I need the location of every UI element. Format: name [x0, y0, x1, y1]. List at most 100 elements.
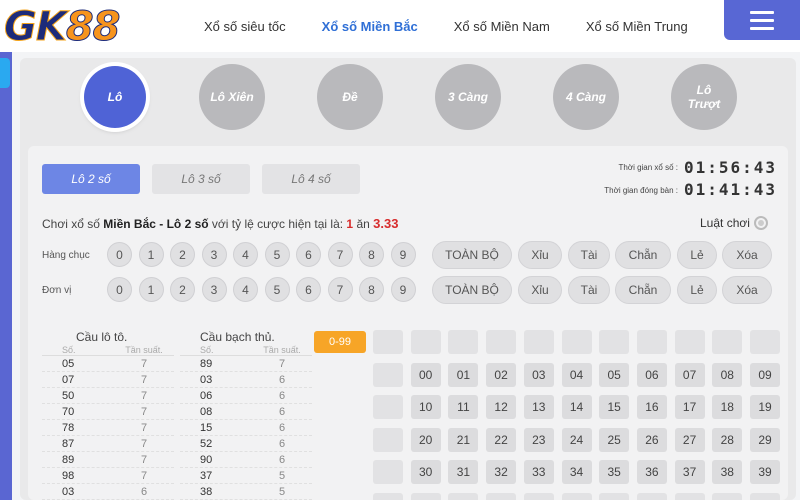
quick-pick-tens-3[interactable]: Chẵn	[615, 241, 671, 269]
stat-number[interactable]: 50	[42, 388, 114, 403]
quick-pick-units-4[interactable]: Lẻ	[677, 276, 717, 304]
quick-pick-tens-5[interactable]: Xóa	[722, 241, 772, 269]
digit-tens-0[interactable]: 0	[107, 242, 132, 267]
digit-tens-2[interactable]: 2	[170, 242, 195, 267]
digit-units-8[interactable]: 8	[359, 277, 384, 302]
digit-units-4[interactable]: 4	[233, 277, 258, 302]
stat-number[interactable]: 89	[42, 452, 114, 467]
number-cell-24[interactable]: 24	[561, 427, 592, 452]
number-cell-03[interactable]: 03	[523, 362, 554, 387]
digit-tens-7[interactable]: 7	[327, 242, 353, 267]
number-cell-09[interactable]: 09	[750, 362, 780, 387]
number-cell-35[interactable]: 35	[599, 460, 630, 484]
nav-xo-so-mien-trung[interactable]: Xổ số Miền Trung	[568, 19, 706, 34]
number-cell-30[interactable]: 30	[410, 460, 441, 484]
digit-units-2[interactable]: 2	[170, 277, 195, 302]
quick-pick-tens-2[interactable]: Tài	[568, 241, 610, 269]
quick-pick-units-1[interactable]: Xỉu	[518, 276, 562, 304]
digit-tens-6[interactable]: 6	[296, 242, 321, 267]
digit-tens-3[interactable]: 3	[201, 242, 227, 267]
number-cell-08[interactable]: 08	[712, 362, 743, 387]
number-cell-16[interactable]: 16	[636, 395, 667, 419]
nav-xo-so-sieu-toc[interactable]: Xổ số siêu tốc	[186, 19, 304, 34]
stat-number[interactable]: 78	[42, 420, 114, 435]
digit-units-0[interactable]: 0	[107, 277, 132, 302]
number-cell-36[interactable]: 36	[636, 460, 667, 484]
subtab-lo-3-so[interactable]: Lô 3 số	[152, 164, 250, 194]
quick-pick-tens-4[interactable]: Lẻ	[677, 241, 717, 269]
number-cell-28[interactable]: 28	[712, 427, 743, 452]
digit-tens-4[interactable]: 4	[233, 242, 258, 267]
category-lo[interactable]: Lô	[84, 66, 146, 128]
number-cell-34[interactable]: 34	[561, 460, 592, 484]
number-cell-23[interactable]: 23	[523, 427, 554, 452]
stat-number[interactable]: 98	[42, 468, 114, 483]
number-cell-27[interactable]: 27	[674, 427, 705, 452]
digit-units-3[interactable]: 3	[201, 277, 227, 302]
number-cell-06[interactable]: 06	[636, 362, 667, 387]
stat-number[interactable]: 06	[180, 388, 252, 403]
hamburger-icon[interactable]	[724, 0, 800, 40]
number-cell-15[interactable]: 15	[599, 395, 630, 419]
stat-number[interactable]: 07	[42, 372, 114, 387]
rules-link[interactable]: Luật chơi	[700, 216, 768, 230]
quick-pick-tens-1[interactable]: Xỉu	[518, 241, 562, 269]
number-cell-31[interactable]: 31	[448, 460, 479, 484]
quick-pick-units-0[interactable]: TOÀN BỘ	[432, 276, 512, 304]
number-cell-07[interactable]: 07	[674, 362, 705, 387]
category-4-cang[interactable]: 4 Càng	[553, 64, 619, 130]
quick-pick-units-2[interactable]: Tài	[568, 276, 610, 304]
stat-number[interactable]: 87	[42, 436, 114, 451]
digit-tens-8[interactable]: 8	[359, 242, 384, 267]
stat-number[interactable]: 90	[180, 452, 252, 467]
number-cell-32[interactable]: 32	[486, 460, 517, 484]
number-cell-39[interactable]: 39	[750, 460, 780, 484]
digit-units-1[interactable]: 1	[138, 277, 164, 302]
digit-units-5[interactable]: 5	[264, 277, 290, 302]
category-3-cang[interactable]: 3 Càng	[435, 64, 501, 130]
number-cell-37[interactable]: 37	[674, 460, 705, 484]
stat-number[interactable]: 37	[180, 468, 252, 483]
stat-number[interactable]: 03	[42, 484, 114, 499]
digit-units-7[interactable]: 7	[327, 277, 353, 302]
subtab-lo-4-so[interactable]: Lô 4 số	[262, 164, 360, 194]
digit-units-9[interactable]: 9	[390, 277, 416, 302]
number-cell-38[interactable]: 38	[712, 460, 743, 484]
number-cell-26[interactable]: 26	[636, 427, 667, 452]
category-de[interactable]: Đề	[317, 64, 383, 130]
sidebar-highlight[interactable]	[0, 58, 10, 88]
number-cell-01[interactable]: 01	[448, 362, 479, 387]
number-cell-04[interactable]: 04	[561, 362, 592, 387]
range-0-99-button[interactable]: 0-99	[314, 331, 366, 353]
number-cell-33[interactable]: 33	[523, 460, 554, 484]
stat-number[interactable]: 89	[180, 356, 252, 371]
quick-pick-units-5[interactable]: Xóa	[722, 276, 772, 304]
nav-xo-so-mien-bac[interactable]: Xổ số Miền Bắc	[304, 19, 436, 34]
number-cell-00[interactable]: 00	[410, 362, 441, 387]
number-cell-14[interactable]: 14	[561, 395, 592, 419]
digit-tens-1[interactable]: 1	[138, 242, 164, 267]
digit-tens-9[interactable]: 9	[390, 242, 416, 267]
number-cell-25[interactable]: 25	[599, 427, 630, 452]
digit-units-6[interactable]: 6	[296, 277, 321, 302]
subtab-lo-2-so[interactable]: Lô 2 số	[42, 164, 140, 194]
number-cell-10[interactable]: 10	[410, 395, 441, 419]
stat-number[interactable]: 05	[42, 356, 114, 371]
number-cell-19[interactable]: 19	[750, 395, 780, 419]
number-cell-02[interactable]: 02	[486, 362, 517, 387]
number-cell-05[interactable]: 05	[599, 362, 630, 387]
stat-number[interactable]: 15	[180, 420, 252, 435]
nav-xo-so-mien-nam[interactable]: Xổ số Miền Nam	[436, 19, 568, 34]
number-cell-17[interactable]: 17	[674, 395, 705, 419]
gk88-logo[interactable]: GK88	[4, 4, 121, 51]
stat-number[interactable]: 70	[42, 404, 114, 419]
stat-number[interactable]: 52	[180, 436, 252, 451]
number-cell-22[interactable]: 22	[486, 427, 517, 452]
number-cell-29[interactable]: 29	[750, 427, 780, 452]
stat-number[interactable]: 03	[180, 372, 252, 387]
number-cell-13[interactable]: 13	[523, 395, 554, 419]
number-cell-20[interactable]: 20	[410, 427, 441, 452]
quick-pick-tens-0[interactable]: TOÀN BỘ	[432, 241, 512, 269]
number-cell-21[interactable]: 21	[448, 427, 479, 452]
number-cell-18[interactable]: 18	[712, 395, 743, 419]
